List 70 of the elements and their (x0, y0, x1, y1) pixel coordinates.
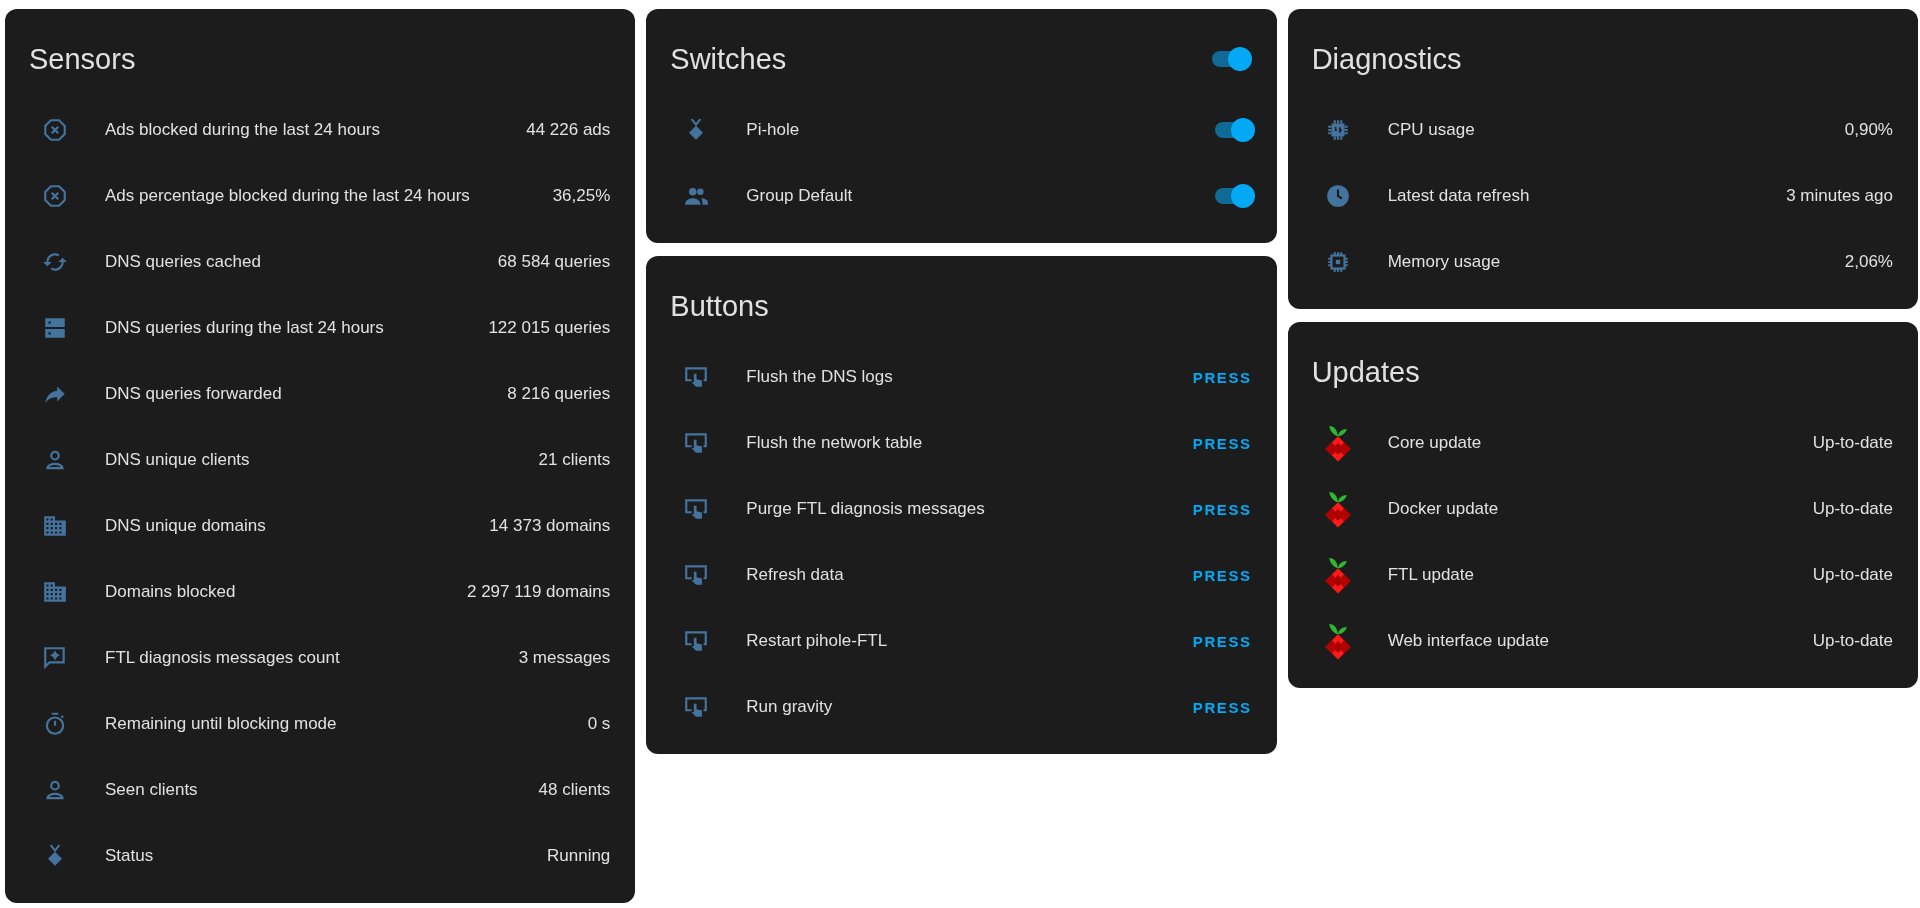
entity-name: DNS unique domains (105, 516, 267, 536)
entity-state: 3 messages (518, 648, 611, 668)
building-icon (42, 513, 68, 539)
monitor-tap-icon (683, 496, 710, 522)
entity-name: Flush the network table (746, 433, 924, 453)
entity-state: 21 clients (538, 450, 611, 470)
octagon-x-icon (42, 117, 68, 143)
clock-icon (1324, 183, 1351, 209)
entity-name: FTL diagnosis messages count (105, 648, 341, 668)
entity-name: Status (105, 846, 155, 866)
server-icon (42, 315, 68, 341)
entity-state: Up-to-date (1812, 565, 1893, 585)
monitor-tap-icon (683, 562, 710, 588)
monitor-tap-icon (683, 694, 710, 720)
entity-state: 2,06% (1844, 252, 1893, 272)
entity-name: Group Default (746, 186, 854, 206)
message-gear-icon (42, 645, 68, 671)
entity-state: 36,25% (552, 186, 611, 206)
entity-name: DNS queries cached (105, 252, 262, 272)
monitor-tap-icon (683, 628, 710, 654)
octagon-x-icon (42, 183, 68, 209)
press-button[interactable]: PRESS (1192, 692, 1252, 722)
press-button[interactable]: PRESS (1192, 560, 1252, 590)
entity-name: Flush the DNS logs (746, 367, 894, 387)
card-title: Sensors (29, 42, 136, 77)
entity-name: Core update (1387, 433, 1483, 453)
entity-name: Web interface update (1387, 631, 1550, 651)
entity-state: 3 minutes ago (1786, 186, 1893, 206)
entity-name: Domains blocked (105, 582, 237, 602)
entity-name: CPU usage (1387, 120, 1476, 140)
entity-state: 0,90% (1844, 120, 1893, 140)
entity-state: 44 226 ads (526, 120, 611, 140)
entity-state: 48 clients (538, 780, 611, 800)
card-title: Buttons (670, 289, 769, 324)
card-title: Switches (670, 42, 787, 77)
press-button[interactable]: PRESS (1192, 626, 1252, 656)
monitor-tap-icon (683, 364, 710, 390)
press-button[interactable]: PRESS (1192, 494, 1252, 524)
press-button[interactable]: PRESS (1192, 362, 1252, 392)
entity-name: Seen clients (105, 780, 199, 800)
entity-state: 0 s (587, 714, 611, 734)
entity-state: Running (547, 846, 611, 866)
entity-state: 8 216 queries (507, 384, 611, 404)
entity-name: Purge FTL diagnosis messages (746, 499, 986, 519)
entity-name: DNS queries forwarded (105, 384, 283, 404)
entity-name: Refresh data (746, 565, 845, 585)
entity-state: 122 015 queries (488, 318, 611, 338)
monitor-tap-icon (683, 430, 710, 456)
entity-name: Ads percentage blocked during the last 24 hours (105, 186, 471, 206)
building-icon (42, 579, 68, 605)
card-title: Updates (1311, 355, 1420, 390)
entity-state: Up-to-date (1812, 433, 1893, 453)
card-title: Diagnostics (1311, 42, 1462, 77)
entity-name: Latest data refresh (1387, 186, 1531, 206)
press-button[interactable]: PRESS (1192, 428, 1252, 458)
entity-state: 14 373 domains (489, 516, 611, 536)
entity-name: Restart pihole-FTL (746, 631, 889, 651)
entity-name: Memory usage (1387, 252, 1502, 272)
entity-name: Docker update (1387, 499, 1500, 519)
entity-name: DNS unique clients (105, 450, 251, 470)
entity-state: 2 297 119 domains (466, 582, 611, 602)
entity-state: Up-to-date (1812, 631, 1893, 651)
entity-name: Run gravity (746, 697, 834, 717)
entity-name: FTL update (1387, 565, 1475, 585)
entity-state: 68 584 queries (497, 252, 611, 272)
entity-name: Ads blocked during the last 24 hours (105, 120, 381, 140)
entity-name: DNS queries during the last 24 hours (105, 318, 385, 338)
entity-name: Remaining until blocking mode (105, 714, 338, 734)
entity-state: Up-to-date (1812, 499, 1893, 519)
entity-name: Pi-hole (746, 120, 801, 140)
